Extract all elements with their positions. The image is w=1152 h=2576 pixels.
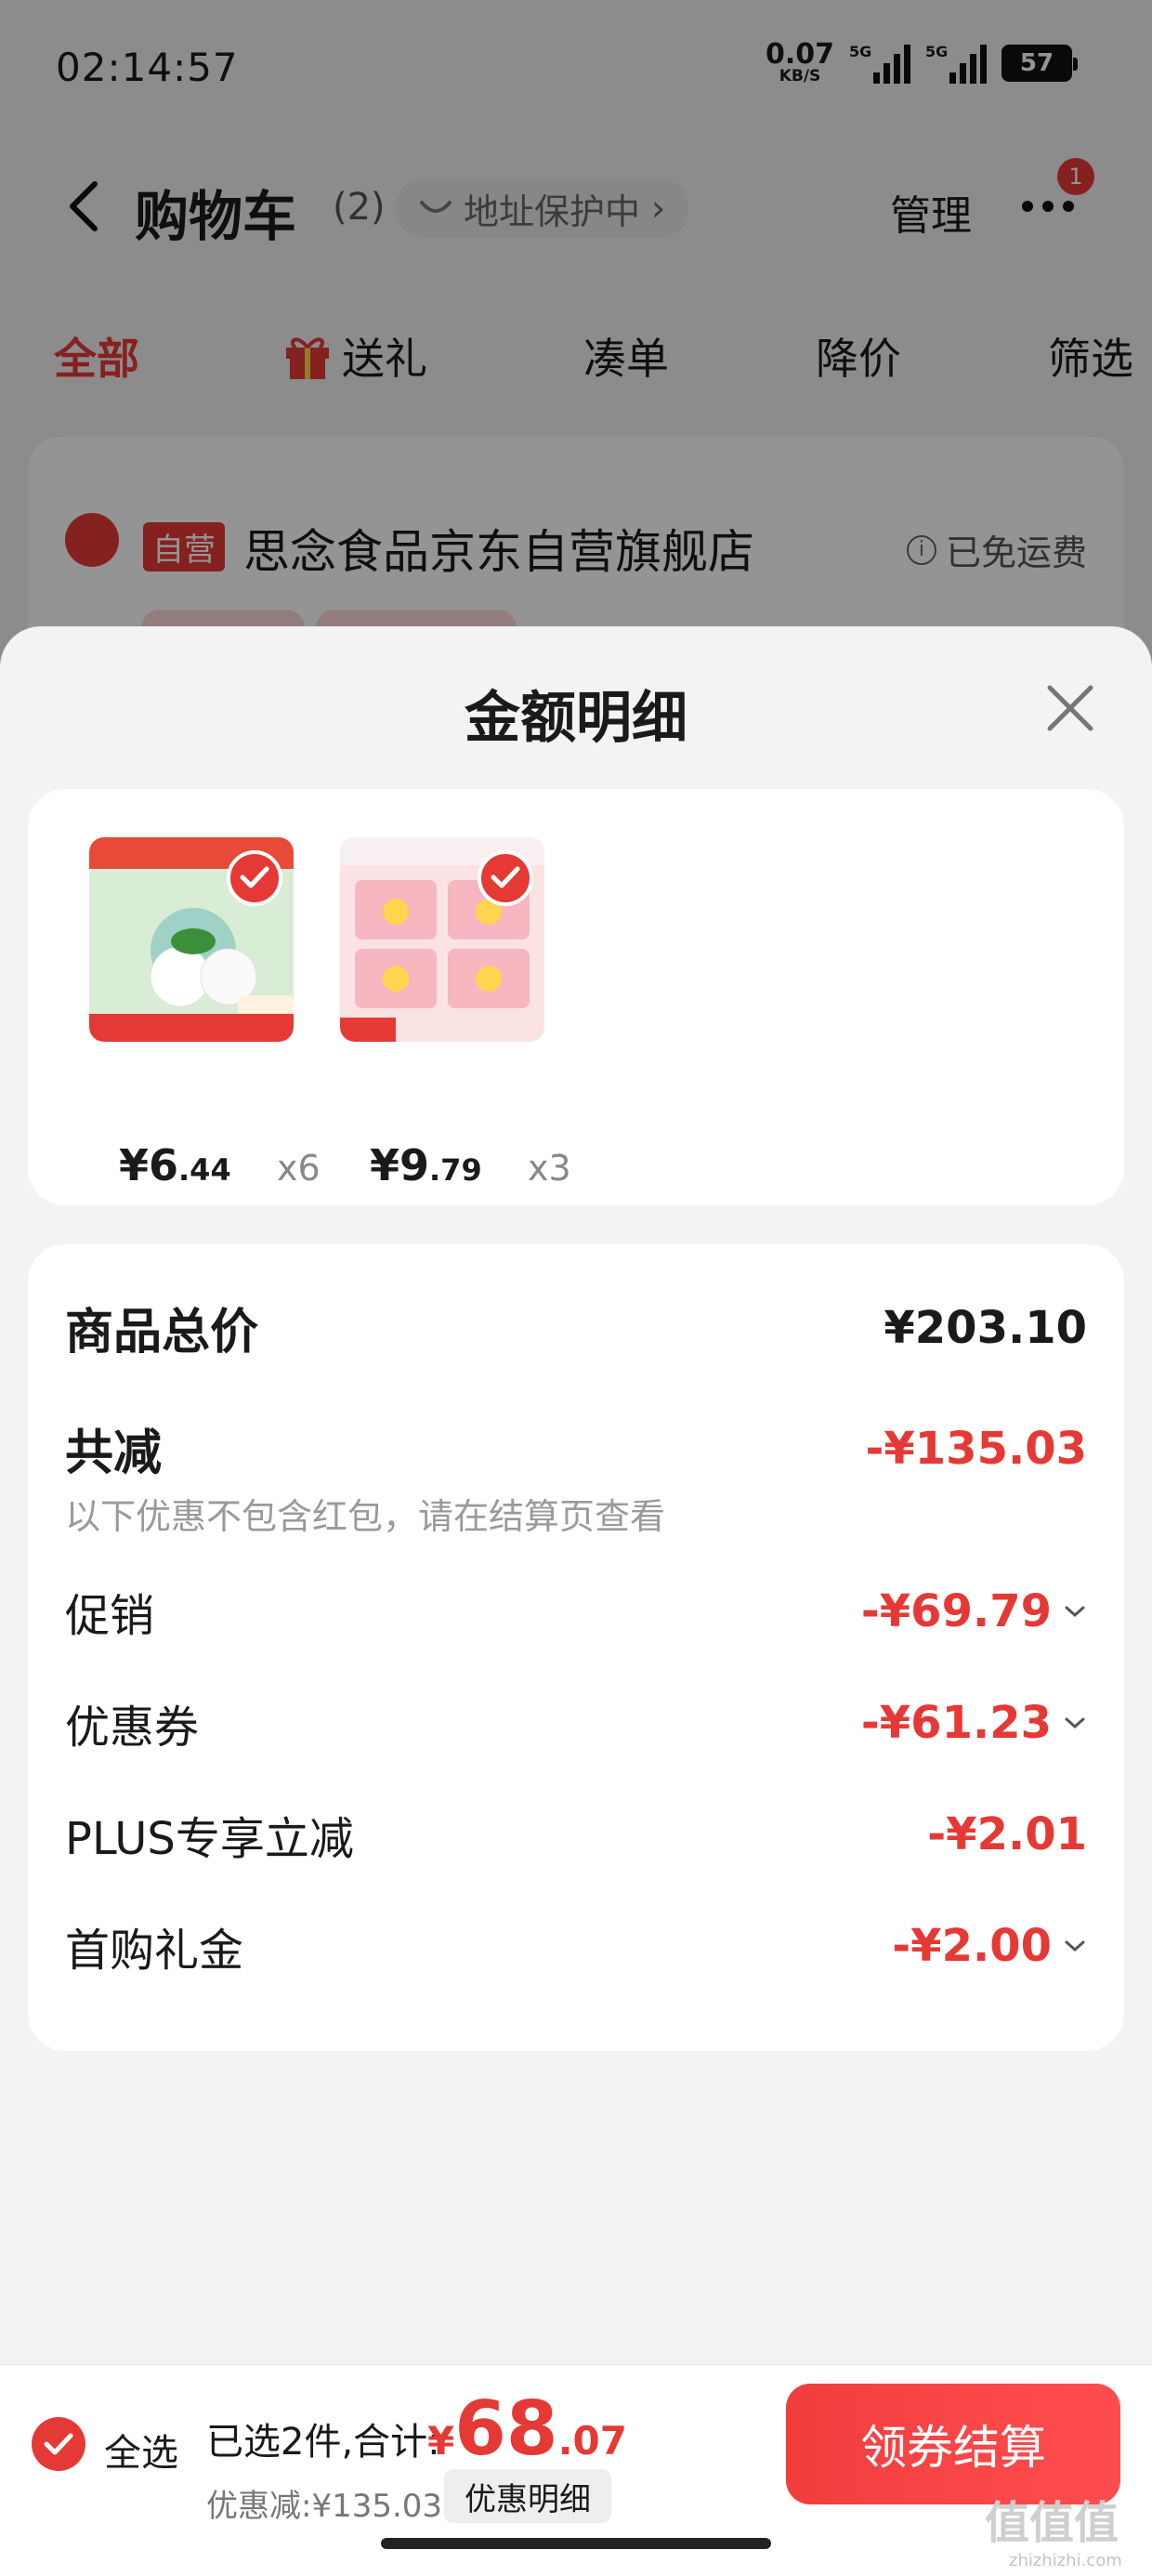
total-amount: ¥68.07 bbox=[427, 2385, 627, 2472]
amount-summary-card: 商品总价 ¥203.10 共减 -¥135.03 以下优惠不包含红包，请在结算页… bbox=[28, 1244, 1124, 2051]
chevron-down-icon bbox=[1065, 1940, 1085, 1952]
discount-summary: 优惠减:¥135.03 bbox=[206, 2488, 443, 2525]
watermark-url: zhizhizhi.com bbox=[1009, 2551, 1122, 2570]
selected-count-text: 已选2件,合计: bbox=[206, 2421, 440, 2464]
discount-row-coupon[interactable]: 优惠券 -¥61.23 bbox=[65, 1690, 1087, 1755]
chevron-down-icon bbox=[1065, 1717, 1085, 1729]
discount-row-first-purchase[interactable]: 首购礼金 -¥2.00 bbox=[65, 1913, 1087, 1978]
total-price-label: 商品总价 bbox=[65, 1305, 259, 1360]
check-icon bbox=[44, 2433, 73, 2455]
total-price-row: 商品总价 ¥203.10 bbox=[65, 1293, 1087, 1362]
product-quantity: x6 bbox=[277, 1148, 321, 1189]
product-thumbnail-tangyuan[interactable] bbox=[89, 837, 294, 1042]
selected-check-icon bbox=[227, 850, 282, 906]
discount-row-promotion[interactable]: 促销 -¥69.79 bbox=[65, 1579, 1087, 1644]
watermark-logo: 值值值 bbox=[985, 2497, 1119, 2549]
product-thumbnail-fragrance[interactable] bbox=[340, 837, 544, 1042]
total-price-value: ¥203.10 bbox=[884, 1301, 1087, 1354]
checkout-bar: 全选 已选2件,合计: ¥68.07 优惠减:¥135.03 优惠明细 领券结算… bbox=[0, 2364, 1152, 2576]
products-card: ¥6.44 x6 ¥9.79 x3 bbox=[28, 789, 1124, 1205]
discount-row-plus: PLUS专享立减 -¥2.01 bbox=[65, 1808, 1087, 1865]
reduction-note: 以下优惠不包含红包，请在结算页查看 bbox=[65, 1496, 666, 1537]
total-reduction-label: 共减 bbox=[65, 1426, 163, 1481]
select-all-checkbox[interactable] bbox=[32, 2417, 85, 2471]
total-reduction-row: 共减 -¥135.03 bbox=[65, 1413, 1087, 1483]
total-reduction-value: -¥135.03 bbox=[865, 1422, 1087, 1475]
product-quantity: x3 bbox=[528, 1148, 571, 1189]
discount-detail-button[interactable]: 优惠明细 bbox=[444, 2469, 611, 2523]
product-price: ¥6.44 bbox=[119, 1140, 231, 1190]
amount-detail-sheet: 金额明细 ¥6.44 x6 ¥9.79 x3 商品总价 ¥203.10 共减 -… bbox=[0, 626, 1152, 2364]
product-price: ¥9.79 bbox=[370, 1140, 482, 1190]
chevron-down-icon bbox=[1065, 1606, 1085, 1618]
selected-check-icon bbox=[478, 850, 533, 906]
sheet-title: 金额明细 bbox=[465, 686, 687, 751]
select-all-label[interactable]: 全选 bbox=[104, 2423, 178, 2477]
close-icon[interactable] bbox=[1037, 675, 1104, 742]
home-indicator[interactable] bbox=[381, 2538, 771, 2549]
